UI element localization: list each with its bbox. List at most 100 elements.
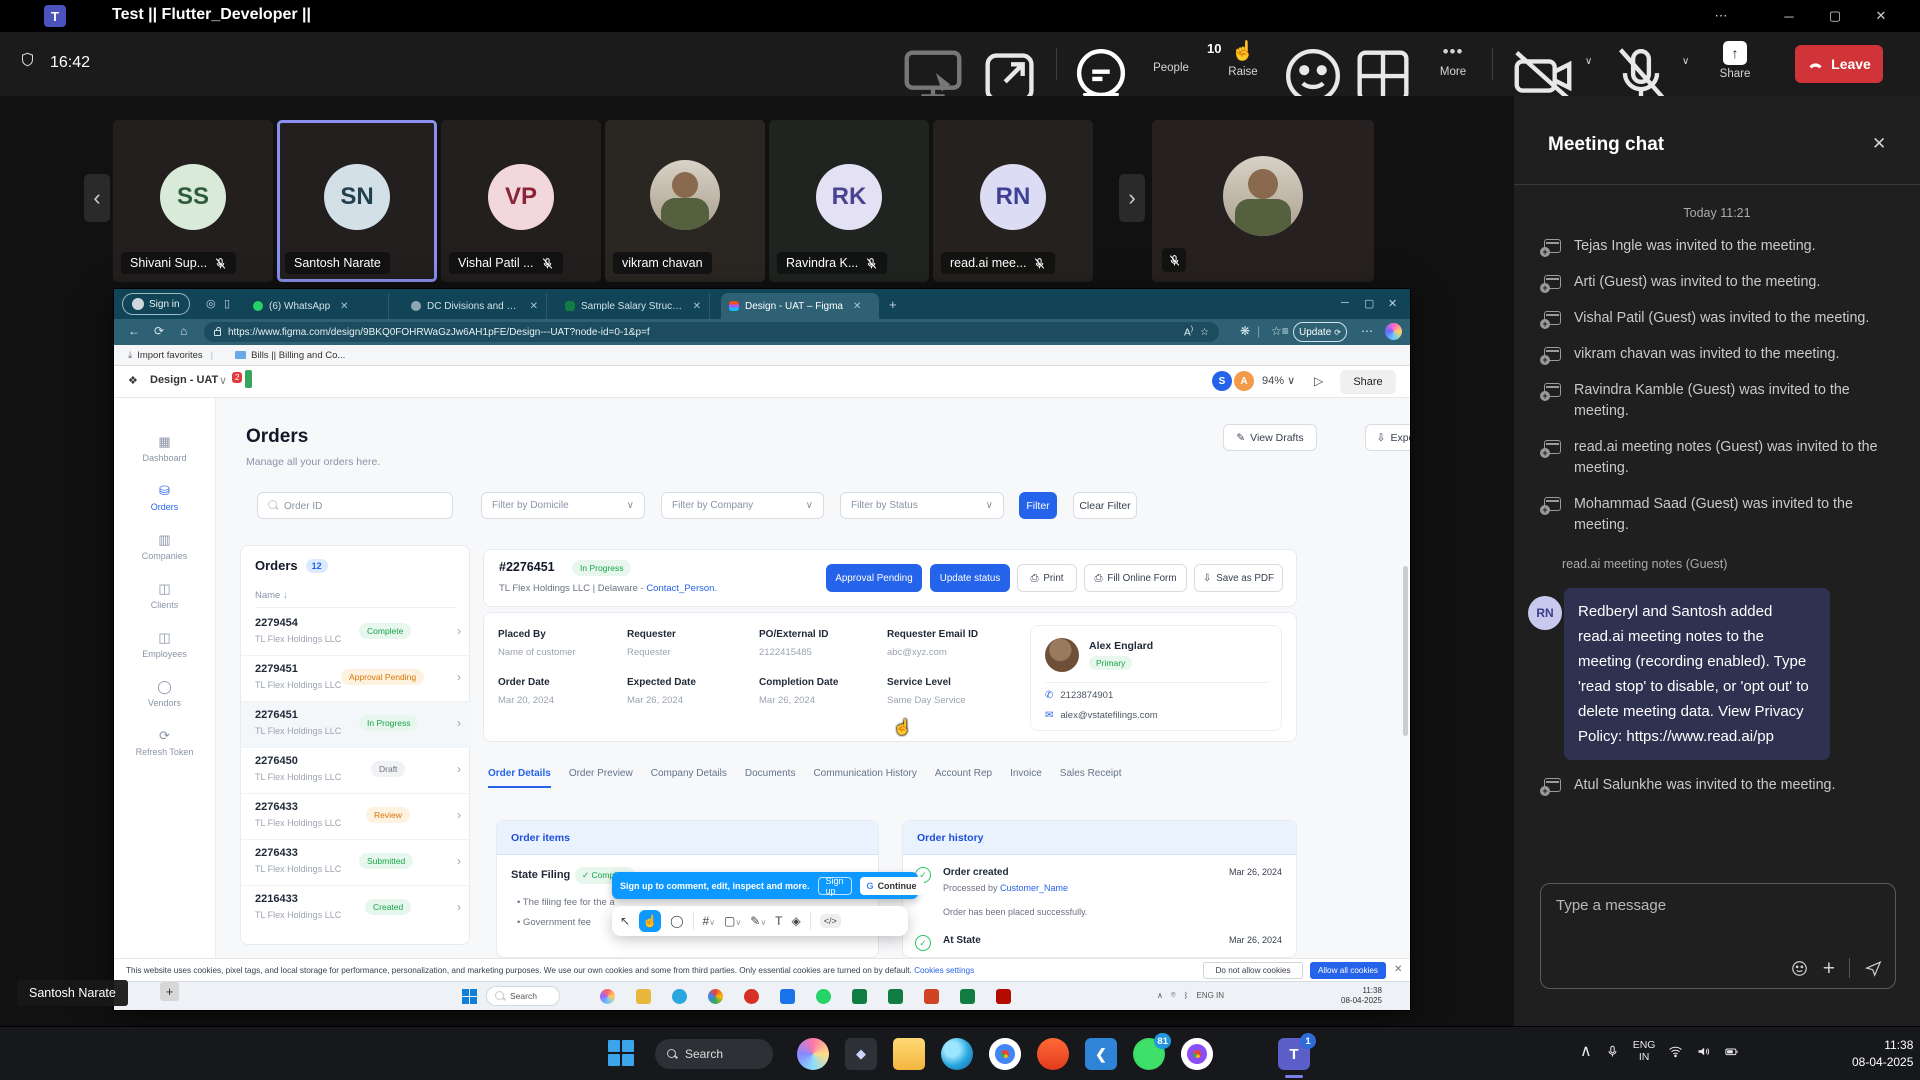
sidebar-item-vendors[interactable]: ◯Vendors [120, 679, 210, 708]
collaborator-avatar[interactable]: A [1234, 371, 1254, 391]
clear-filter-button[interactable]: Clear Filter [1073, 492, 1137, 519]
new-tab-button[interactable]: + [889, 297, 897, 312]
fill-online-form-button[interactable]: ⎙Fill Online Form [1084, 564, 1187, 592]
window-maximize-button[interactable]: ▢ [1812, 0, 1858, 32]
vertical-tabs-icon[interactable]: ▯ [224, 297, 230, 310]
start-button[interactable] [608, 1040, 634, 1066]
share-button[interactable]: ↑ Share [1700, 41, 1770, 80]
order-row-selected[interactable]: 2276451TL Flex Holdings LLCIn Progress› [241, 702, 471, 748]
contact-email[interactable]: ✉alex@vstatefilings.com [1045, 710, 1158, 721]
file-chevron-icon[interactable]: ∨ [219, 374, 227, 387]
shared-app-icon[interactable] [996, 989, 1011, 1004]
language-indicator[interactable]: ENGIN [1633, 1039, 1656, 1063]
filter-status-dropdown[interactable]: Filter by Status∨ [840, 492, 1004, 519]
resources-tool-icon[interactable]: ◈ [792, 914, 801, 928]
cookie-close-icon[interactable]: ✕ [1394, 964, 1402, 975]
window-minimize-button[interactable]: ─ [1766, 0, 1812, 32]
contact-person-link[interactable]: Contact_Person. [646, 583, 717, 594]
battery-icon[interactable] [1724, 1044, 1739, 1059]
approval-pending-button[interactable]: Approval Pending [826, 564, 922, 592]
allow-cookies-button[interactable]: Allow all cookies [1310, 962, 1386, 979]
shared-app-icon[interactable] [960, 989, 975, 1004]
wifi-icon[interactable] [1668, 1044, 1683, 1059]
sidebar-item-refresh-token[interactable]: ⟳Refresh Token [120, 728, 210, 757]
browser-menu-icon[interactable]: ⋯ [1361, 324, 1373, 338]
save-as-pdf-button[interactable]: ⇩Save as PDF [1194, 564, 1283, 592]
order-row[interactable]: 2216433TL Flex Holdings LLCCreated› [241, 886, 471, 932]
window-more-icon[interactable]: ⋯ [1698, 0, 1744, 32]
browser-tab[interactable]: DC Divisions and Surroundings✕ [403, 293, 547, 319]
browser-tab-active[interactable]: Design - UAT – Figma✕ [721, 293, 879, 319]
emoji-icon[interactable] [1790, 959, 1809, 978]
read-aloud-icon[interactable]: A) [1184, 326, 1193, 338]
chat-input-box[interactable]: Type a message + [1540, 883, 1896, 989]
customer-name-link[interactable]: Customer_Name [1000, 883, 1068, 893]
participant-tile[interactable]: RK Ravindra K... [769, 120, 929, 282]
order-row[interactable]: 2279451TL Flex Holdings LLCApproval Pend… [241, 656, 471, 702]
text-tool-icon[interactable]: T [775, 914, 782, 928]
print-button[interactable]: ⎙Print [1017, 564, 1077, 592]
more-button[interactable]: ••• More [1418, 41, 1488, 78]
order-row[interactable]: 2279454TL Flex Holdings LLCComplete› [241, 610, 471, 656]
tab-close-icon[interactable]: ✕ [693, 301, 701, 312]
page-scrollbar[interactable] [1403, 566, 1408, 736]
tab-sales-receipt[interactable]: Sales Receipt [1060, 768, 1122, 788]
tray-mic-icon[interactable] [1605, 1044, 1620, 1059]
order-row[interactable]: 2276450TL Flex Holdings LLCDraft› [241, 748, 471, 794]
comment-tool-icon[interactable]: ◯ [670, 914, 683, 928]
tab-order-details[interactable]: Order Details [488, 768, 551, 788]
mic-options-chevron-icon[interactable]: ∨ [1682, 56, 1689, 67]
order-row[interactable]: 2276433TL Flex Holdings LLCReview› [241, 794, 471, 840]
file-explorer-icon[interactable] [893, 1038, 925, 1070]
sidebar-item-orders[interactable]: ⛁Orders [120, 483, 210, 512]
bookmark-import-favorites[interactable]: Import favorites [137, 350, 202, 361]
shape-tool-icon[interactable]: ▢∨ [724, 914, 741, 928]
tab-account-rep[interactable]: Account Rep [935, 768, 992, 788]
figma-menu-icon[interactable]: ❖ [128, 374, 138, 387]
participant-tile[interactable]: RN read.ai mee... [933, 120, 1093, 282]
copilot-icon[interactable] [797, 1038, 829, 1070]
shared-search-box[interactable]: Search [486, 986, 560, 1006]
camera-options-chevron-icon[interactable]: ∨ [1585, 56, 1592, 67]
tab-documents[interactable]: Documents [745, 768, 796, 788]
sidebar-item-clients[interactable]: ◫Clients [120, 581, 210, 610]
edge-icon[interactable] [941, 1038, 973, 1070]
deny-cookies-button[interactable]: Do not allow cookies [1203, 962, 1303, 979]
google-continue-button[interactable]: GContinue [860, 877, 924, 895]
app-icon-gem[interactable]: ◆ [845, 1038, 877, 1070]
scroll-participants-left-button[interactable]: ‹ [84, 174, 110, 222]
shared-app-icon[interactable] [888, 989, 903, 1004]
browser-update-button[interactable]: Update⟳ [1293, 322, 1347, 342]
bookmark-bills-folder[interactable]: Bills || Billing and Co... [251, 350, 345, 361]
shared-app-icon[interactable] [708, 989, 723, 1004]
tab-company-details[interactable]: Company Details [651, 768, 727, 788]
browser-close-icon[interactable]: ✕ [1388, 297, 1397, 310]
participant-tile-speaking[interactable]: SN Santosh Narate [277, 120, 437, 282]
sidebar-item-dashboard[interactable]: ▦Dashboard [120, 434, 210, 463]
presenter-pin-button[interactable]: + [160, 982, 179, 1001]
filter-company-dropdown[interactable]: Filter by Company∨ [661, 492, 824, 519]
chat-close-icon[interactable]: ✕ [1872, 134, 1886, 154]
vscode-icon[interactable]: ❮ [1085, 1038, 1117, 1070]
taskbar-search[interactable]: Search [655, 1039, 773, 1069]
contact-phone[interactable]: ✆2123874901 [1045, 690, 1113, 701]
tab-invoice[interactable]: Invoice [1010, 768, 1042, 788]
sidebar-item-companies[interactable]: ▥Companies [120, 532, 210, 561]
send-icon[interactable] [1864, 959, 1883, 978]
shared-app-icon[interactable] [672, 989, 687, 1004]
view-drafts-button[interactable]: ✎View Drafts [1223, 424, 1317, 451]
figma-share-button[interactable]: Share [1340, 370, 1396, 394]
taskbar-clock[interactable]: 11:3808-04-2025 [1852, 1037, 1913, 1071]
collaborator-avatar[interactable]: S [1212, 371, 1232, 391]
volume-icon[interactable] [1696, 1044, 1711, 1059]
tray-expand-icon[interactable]: ∧ [1580, 1041, 1592, 1061]
figma-zoom-level[interactable]: 94% ∨ [1262, 374, 1295, 387]
shared-app-icon[interactable] [636, 989, 651, 1004]
window-close-button[interactable]: ✕ [1858, 0, 1904, 32]
order-id-search[interactable]: Order ID [257, 492, 453, 519]
participant-tile-large[interactable] [1152, 120, 1374, 282]
pen-tool-icon[interactable]: ✎∨ [750, 914, 766, 928]
teams-icon[interactable]: T1 [1278, 1038, 1310, 1070]
tab-close-icon[interactable]: ✕ [530, 301, 538, 312]
chrome-icon[interactable] [989, 1038, 1021, 1070]
